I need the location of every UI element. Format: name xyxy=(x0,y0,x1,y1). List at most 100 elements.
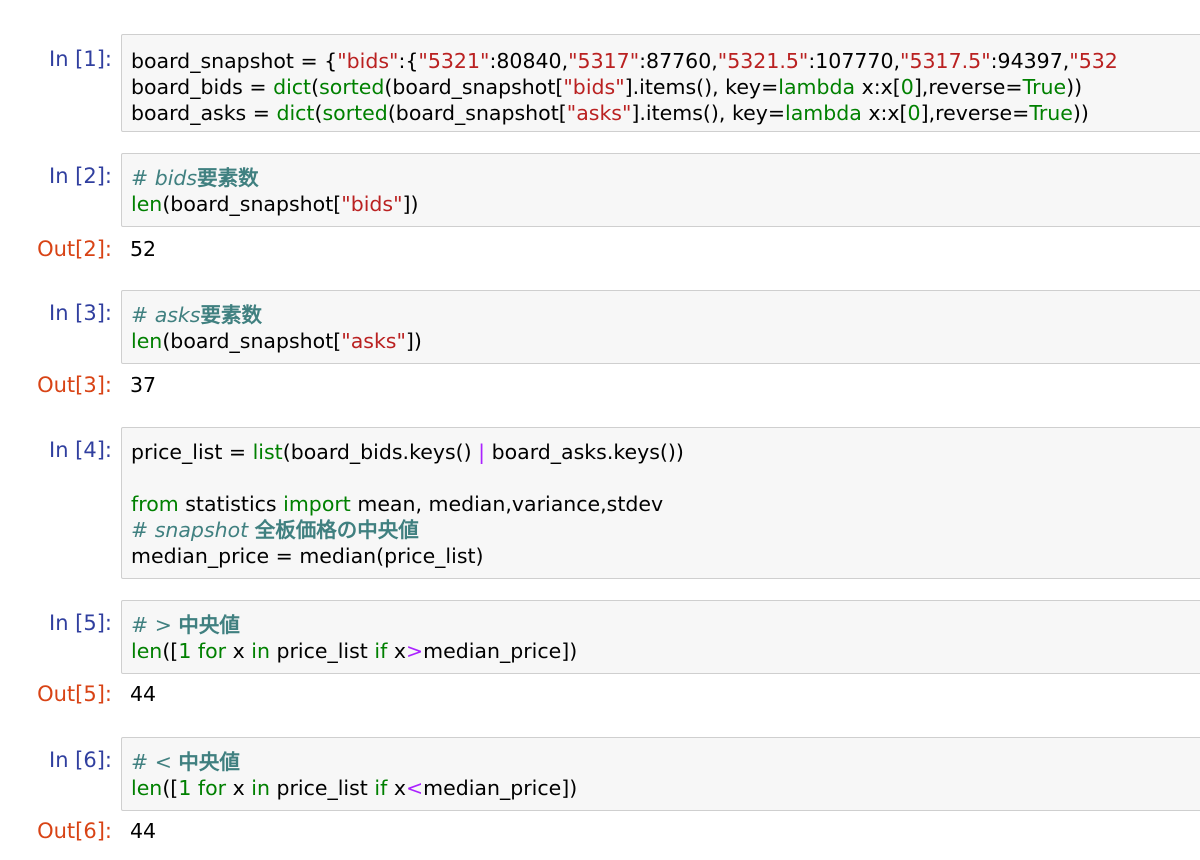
code-token: ([ xyxy=(162,639,179,663)
string-token: "bids" xyxy=(341,192,403,216)
keyword-token: if xyxy=(374,776,388,800)
comment-token: # < xyxy=(131,750,179,774)
code-token: median_price]) xyxy=(423,639,578,663)
string-token: "bids" xyxy=(563,75,625,99)
comment-token: 全板価格の中央値 xyxy=(254,518,419,542)
number-token: 0 xyxy=(900,75,914,99)
code-input-area[interactable]: # < 中央値 len([1 for x in price_list if x<m… xyxy=(121,737,1200,811)
code-token: ],reverse= xyxy=(913,75,1023,99)
code-input-area[interactable]: # bids要素数 len(board_snapshot["bids"]) xyxy=(121,153,1200,227)
string-token: "5321" xyxy=(418,49,490,73)
keyword-token: sorted xyxy=(322,101,388,125)
code-line: len([1 for x in price_list if x>median_p… xyxy=(131,638,577,665)
code-token: :94397, xyxy=(990,49,1070,73)
code-token: mean, median,variance,stdev xyxy=(350,492,664,516)
code-token: board_bids = xyxy=(131,75,274,99)
code-token: board_snapshot = { xyxy=(131,49,338,73)
code-token: statistics xyxy=(178,492,284,516)
operator-token: < xyxy=(405,776,424,800)
code-token: price_list xyxy=(269,639,375,663)
code-line: board_bids = dict(sorted(board_snapshot[… xyxy=(131,74,1082,101)
number-token: 1 xyxy=(178,776,192,800)
code-line: len(board_snapshot["asks"]) xyxy=(131,328,422,355)
code-line: # asks要素数 xyxy=(131,302,262,329)
code-token: :{ xyxy=(398,49,419,73)
number-token: 1 xyxy=(178,639,192,663)
code-input-area[interactable]: price_list = list(board_bids.keys() | bo… xyxy=(121,427,1200,579)
code-line: len([1 for x in price_list if x<median_p… xyxy=(131,775,577,802)
keyword-token: len xyxy=(131,776,163,800)
code-token: median_price]) xyxy=(423,776,578,800)
code-token: board_asks = xyxy=(131,101,277,125)
keyword-token: from xyxy=(131,492,179,516)
code-line: len(board_snapshot["bids"]) xyxy=(131,191,419,218)
code-token: :80840, xyxy=(489,49,569,73)
code-line: median_price = median(price_list) xyxy=(131,543,484,570)
code-token: (board_snapshot[ xyxy=(162,329,342,353)
keyword-token: len xyxy=(131,192,163,216)
input-prompt: In [3]: xyxy=(49,301,112,325)
code-token: board_asks.keys()) xyxy=(485,440,684,464)
keyword-token: list xyxy=(252,440,283,464)
keyword-token: True xyxy=(1022,75,1067,99)
output-prompt: Out[3]: xyxy=(37,373,112,397)
comment-token: 中央値 xyxy=(178,750,240,774)
code-line: from statistics import mean, median,vari… xyxy=(131,491,663,518)
keyword-token: in xyxy=(251,639,270,663)
keyword-token: True xyxy=(1029,101,1073,125)
string-token: "5317.5" xyxy=(900,49,991,73)
code-token: )) xyxy=(1066,75,1083,99)
string-token: "5317" xyxy=(568,49,640,73)
operator-token: > xyxy=(405,639,424,663)
output-prompt: Out[6]: xyxy=(37,819,112,843)
code-token: price_list = xyxy=(131,440,253,464)
code-line: price_list = list(board_bids.keys() | bo… xyxy=(131,439,684,466)
keyword-token: for xyxy=(197,639,227,663)
keyword-token: sorted xyxy=(319,75,385,99)
code-token: )) xyxy=(1072,101,1089,125)
comment-token: 要素数 xyxy=(197,166,259,190)
code-token: x:x[ xyxy=(855,75,901,99)
code-token: x xyxy=(387,639,406,663)
code-token: (board_snapshot[ xyxy=(387,101,567,125)
code-token: median_price = median(price_list) xyxy=(131,544,484,568)
code-input-area[interactable]: # asks要素数 len(board_snapshot["asks"]) xyxy=(121,290,1200,364)
keyword-token: lambda xyxy=(778,75,856,99)
code-token: x xyxy=(226,639,252,663)
code-token: x xyxy=(226,776,252,800)
comment-token: # > xyxy=(131,613,179,637)
output-value: 37 xyxy=(130,373,157,397)
code-input-area[interactable]: board_snapshot = {"bids":{"5321":80840,"… xyxy=(121,34,1200,132)
code-token: x xyxy=(387,776,406,800)
keyword-token: in xyxy=(251,776,270,800)
code-line: # > 中央値 xyxy=(131,612,240,639)
keyword-token: lambda xyxy=(785,101,862,125)
code-token: (board_bids.keys() xyxy=(282,440,479,464)
code-input-area[interactable]: # > 中央値 len([1 for x in price_list if x>m… xyxy=(121,600,1200,674)
code-line: # bids要素数 xyxy=(131,165,259,192)
code-token: (board_snapshot[ xyxy=(384,75,564,99)
string-token: "bids" xyxy=(337,49,399,73)
output-prompt: Out[5]: xyxy=(37,682,112,706)
comment-token: # snapshot xyxy=(131,518,255,542)
code-token: :87760, xyxy=(639,49,718,73)
string-token: "asks" xyxy=(566,101,632,125)
keyword-token: len xyxy=(131,639,163,663)
comment-token: 要素数 xyxy=(200,303,263,327)
code-token: ( xyxy=(311,75,320,99)
code-token: x:x[ xyxy=(861,101,908,125)
code-line: # snapshot 全板価格の中央値 xyxy=(131,517,419,544)
code-token: price_list xyxy=(269,776,375,800)
keyword-token: import xyxy=(283,492,351,516)
code-line: # < 中央値 xyxy=(131,749,240,776)
output-prompt: Out[2]: xyxy=(37,237,112,261)
code-token: ]) xyxy=(402,192,419,216)
input-prompt: In [4]: xyxy=(49,438,112,462)
code-token: (board_snapshot[ xyxy=(162,192,342,216)
code-token: ].items(), key= xyxy=(624,75,779,99)
code-line: board_snapshot = {"bids":{"5321":80840,"… xyxy=(131,48,1118,75)
code-line: board_asks = dict(sorted(board_snapshot[… xyxy=(131,100,1089,127)
input-prompt: In [5]: xyxy=(49,611,112,635)
input-prompt: In [6]: xyxy=(49,748,112,772)
keyword-token: for xyxy=(197,776,227,800)
